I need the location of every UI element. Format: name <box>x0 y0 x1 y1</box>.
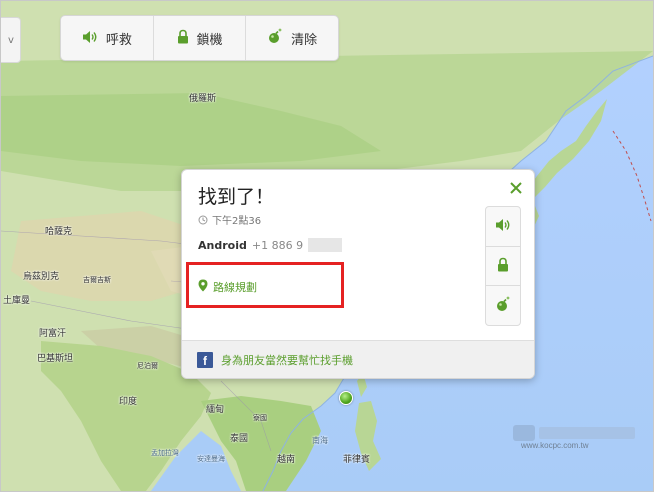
phone-number-redaction <box>308 238 343 252</box>
clock-icon <box>198 210 208 229</box>
map-label-afghanistan: 阿富汗 <box>39 329 67 339</box>
collapse-control[interactable]: v <box>1 17 21 63</box>
facebook-share-bar[interactable]: f 身為朋友當然要幫忙找手機 <box>182 340 534 378</box>
ring-button-label: 呼救 <box>105 32 132 48</box>
device-name: Android <box>198 238 247 252</box>
wipe-button[interactable]: 清除 <box>246 16 338 60</box>
located-time: 下午2點36 <box>212 216 262 227</box>
device-phone: +1 886 9 <box>251 238 304 252</box>
close-icon[interactable] <box>508 180 524 196</box>
time-row: 下午2點36 <box>198 210 261 229</box>
map-label-myanmar: 緬甸 <box>206 405 225 415</box>
map-label-andaman-sea: 安達曼海 <box>197 455 225 463</box>
map-label-thailand: 泰國 <box>230 434 249 444</box>
lock-button-label: 鎖機 <box>196 32 223 48</box>
watermark-logo <box>513 425 635 441</box>
map-label-russia: 俄羅斯 <box>189 94 217 104</box>
screenshot-frame: 俄羅斯 哈薩克 烏茲別克 吉爾吉斯 土庫曼 阿富汗 巴基斯坦 尼泊爾 印度 緬甸… <box>0 0 654 492</box>
popup-ring-button[interactable] <box>486 207 520 247</box>
map-label-philippines: 菲律賓 <box>343 455 371 465</box>
facebook-icon: f <box>197 351 213 368</box>
facebook-share-text: 身為朋友當然要幫忙找手機 <box>221 353 353 367</box>
location-pin-icon[interactable] <box>339 391 353 405</box>
map-label-uzbekistan: 烏茲別克 <box>23 272 60 282</box>
lock-icon <box>497 257 509 276</box>
map-label-kyrgyzstan: 吉爾吉斯 <box>83 276 111 284</box>
map-label-south-china-sea: 南海 <box>312 436 328 445</box>
speaker-icon <box>495 217 511 236</box>
wipe-button-label: 清除 <box>291 32 318 48</box>
map-label-bay-of-bengal: 孟加拉灣 <box>151 449 179 457</box>
ring-button[interactable]: 呼救 <box>61 16 154 60</box>
map-label-vietnam: 越南 <box>277 455 296 465</box>
speaker-icon <box>82 29 98 48</box>
highlight-annotation-box <box>186 262 344 308</box>
map-label-nepal: 尼泊爾 <box>137 362 158 370</box>
popup-lock-button[interactable] <box>486 247 520 287</box>
bomb-icon <box>267 28 283 48</box>
map-label-laos: 寮國 <box>253 414 267 422</box>
map-label-pakistan: 巴基斯坦 <box>37 354 74 364</box>
device-found-popup: 找到了！ 下午2點36 Android +1 886 9 路線規劃 f 身為朋友… <box>181 169 535 379</box>
bomb-icon <box>495 296 511 316</box>
popup-wipe-button[interactable] <box>486 286 520 325</box>
action-toolbar: 呼救 鎖機 清除 <box>60 15 339 61</box>
popup-title: 找到了！ <box>198 186 275 208</box>
watermark: www.kocpc.com.tw <box>513 425 635 450</box>
map-label-kazakhstan: 哈薩克 <box>45 227 73 237</box>
chevron-down-icon: v <box>8 34 14 46</box>
map-label-india: 印度 <box>119 397 138 407</box>
device-row: Android +1 886 9 <box>198 238 343 252</box>
map-label-turkmenistan: 土庫曼 <box>3 296 31 306</box>
lock-icon <box>177 29 189 48</box>
popup-action-column <box>485 206 521 326</box>
lock-button[interactable]: 鎖機 <box>154 16 247 60</box>
